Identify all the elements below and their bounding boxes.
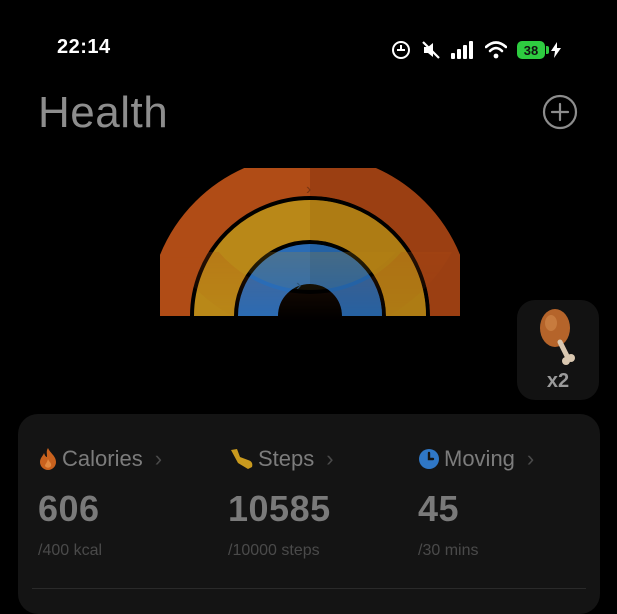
rings-reflection (160, 252, 460, 322)
stat-label: Steps (258, 446, 315, 471)
charging-icon (551, 42, 561, 58)
battery-icon: 38 (517, 41, 561, 59)
stat-goal: /400 kcal (38, 542, 103, 559)
page-title: Health (38, 88, 169, 137)
status-time: 22:14 (57, 36, 111, 58)
divider (32, 588, 586, 589)
chevron-right-icon: › (526, 446, 535, 471)
stat-label: Moving (444, 446, 515, 471)
stat-value: 10585 (228, 488, 331, 529)
mute-icon (422, 41, 440, 59)
battery-level: 38 (517, 41, 545, 59)
status-icons: 38 (391, 38, 561, 62)
stat-goal: /10000 steps (228, 542, 320, 559)
food-count: x2 (546, 370, 570, 392)
chevron-right-icon: › (326, 446, 334, 471)
drumstick-icon (540, 309, 575, 365)
plus-circle-icon[interactable] (542, 94, 578, 130)
signal-icon (451, 41, 473, 59)
stat-moving[interactable]: Moving › 45 /30 mins (418, 444, 598, 560)
stat-label: Calories (62, 446, 143, 471)
svg-text:›: › (306, 181, 311, 198)
shoe-icon (231, 449, 253, 469)
wifi-icon (485, 41, 507, 59)
alarm-icon (392, 41, 410, 59)
chevron-right-icon: › (154, 446, 163, 471)
clock-icon (419, 449, 439, 469)
stat-value: 606 (38, 488, 100, 529)
stat-value: 45 (418, 488, 460, 529)
stat-calories[interactable]: Calories › 606 /400 kcal (38, 444, 218, 560)
status-bar: 22:14 38 (0, 0, 617, 90)
food-card[interactable]: x2 (517, 300, 599, 400)
stat-goal: /30 mins (418, 542, 479, 559)
flame-icon (40, 448, 56, 470)
stats-card: Calories › 606 /400 kcal Steps › 10585 /… (18, 414, 600, 614)
stat-steps[interactable]: Steps › 10585 /10000 steps (228, 444, 408, 560)
